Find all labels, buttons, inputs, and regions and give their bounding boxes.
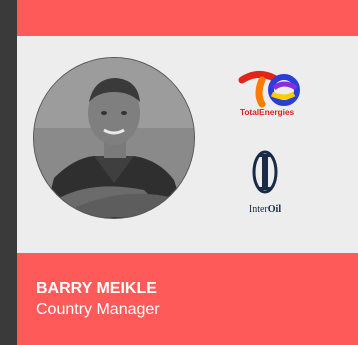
avatar-photo xyxy=(33,57,195,219)
person-name: BARRY MEIKLE xyxy=(36,280,157,297)
person-role: Country Manager xyxy=(36,301,160,318)
top-accent-band xyxy=(17,0,358,36)
interoil-wordmark: InterOil xyxy=(248,204,282,215)
profile-footer: BARRY MEIKLE Country Manager xyxy=(17,253,358,345)
profile-card: TotalEnergies InterOil BARRY MEIKLE Coun… xyxy=(17,0,358,345)
totalenergies-wordmark: TotalEnergies xyxy=(239,107,295,117)
totalenergies-logo: TotalEnergies xyxy=(222,66,312,126)
interoil-logo: InterOil xyxy=(237,146,293,216)
